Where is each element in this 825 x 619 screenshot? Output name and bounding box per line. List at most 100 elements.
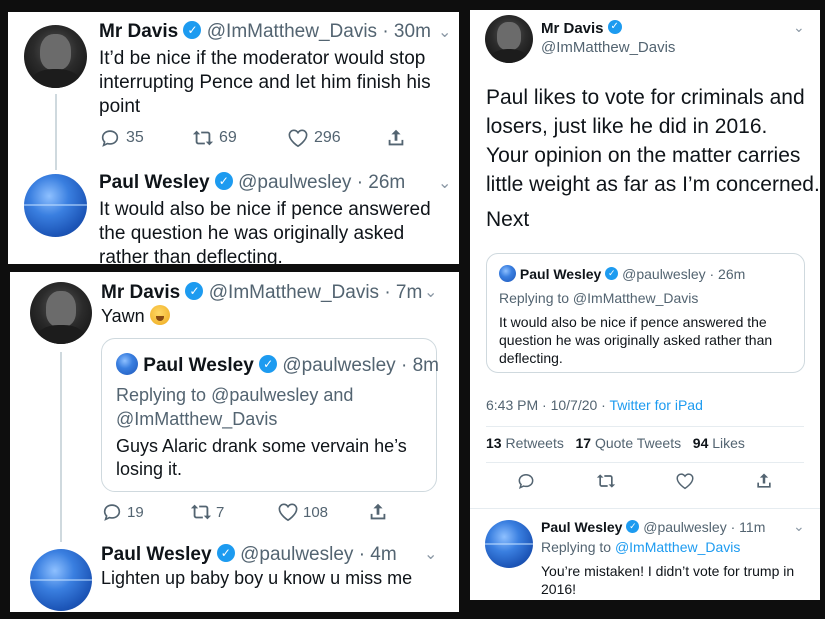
- tweet-time[interactable]: · 7m: [384, 282, 422, 303]
- quoted-tweet[interactable]: Paul Wesley ✓ @paulwesley · 26m Replying…: [486, 253, 805, 373]
- timestamp[interactable]: 6:43 PM · 10/7/20 ·: [486, 397, 606, 413]
- source-link[interactable]: Twitter for iPad: [609, 397, 702, 413]
- like-count: 296: [314, 129, 341, 146]
- author-name[interactable]: Paul Wesley: [101, 544, 212, 565]
- quotes-label: Quote Tweets: [594, 435, 682, 451]
- avatar[interactable]: [485, 15, 533, 63]
- tweet-actions: 35 69 296: [99, 127, 407, 149]
- likes-count: 94: [692, 435, 709, 451]
- replying-handle-link[interactable]: @ImMatthew_Davis: [615, 539, 740, 555]
- retweets-label: Retweets: [505, 435, 564, 451]
- likes-stat[interactable]: 94 Likes: [693, 435, 745, 451]
- verified-badge-icon: ✓: [259, 355, 278, 373]
- tweet-text-line: interrupting Pence and let him finish hi…: [99, 72, 431, 93]
- retweet-button[interactable]: 69: [191, 127, 287, 149]
- author-name[interactable]: Mr Davis: [541, 20, 604, 37]
- quote-text-line: It would also be nice if pence answered …: [499, 314, 767, 330]
- tweet-header: Paul Wesley ✓ @paulwesley · 4m: [101, 543, 397, 566]
- replying-to: Replying to @paulwesley and @ImMatthew_D…: [116, 383, 353, 431]
- verified-badge-icon: ✓: [216, 543, 235, 562]
- tweet-text-line: Next: [486, 208, 530, 231]
- reply-button[interactable]: 19: [101, 501, 189, 523]
- replying-prefix: Replying to: [116, 385, 207, 405]
- thread-line: [55, 94, 57, 170]
- avatar[interactable]: [30, 549, 92, 611]
- tweet-timestamp: 6:43 PM · 10/7/20 · Twitter for iPad: [486, 397, 703, 413]
- author-handle[interactable]: @ImMatthew_Davis: [207, 21, 377, 42]
- avatar: [499, 264, 516, 282]
- chevron-down-icon[interactable]: ⌄: [424, 544, 437, 564]
- retweet-icon: [192, 130, 214, 146]
- tweet-actions: 19 7 108: [101, 501, 389, 523]
- avatar[interactable]: [30, 282, 92, 344]
- avatar: [116, 353, 138, 375]
- tweet-actions: [516, 471, 774, 491]
- retweet-button[interactable]: [595, 471, 675, 491]
- like-button[interactable]: 108: [277, 502, 367, 522]
- chevron-down-icon[interactable]: ⌄: [793, 518, 805, 535]
- author-name: Paul Wesley: [519, 266, 602, 282]
- retweet-count: 7: [216, 503, 225, 521]
- reply-button[interactable]: [516, 471, 595, 491]
- author-handle[interactable]: @paulwesley: [238, 172, 351, 193]
- like-button[interactable]: 296: [287, 128, 385, 148]
- tweet-text: It would also be nice if pence answered …: [99, 198, 431, 264]
- quote-text-line: Guys Alaric drank some vervain he’s: [116, 436, 407, 456]
- tweet-text-line: point: [99, 96, 141, 117]
- author-handle[interactable]: @paulwesley: [240, 544, 353, 565]
- tweet-text-line: 2016!: [541, 581, 577, 597]
- tweet-time[interactable]: · 11m: [731, 519, 766, 535]
- retweets-stat[interactable]: 13 Retweets: [486, 435, 564, 451]
- retweet-button[interactable]: 7: [189, 501, 277, 523]
- tweet-text-line: rather than deflecting.: [99, 247, 283, 264]
- retweet-icon: [596, 474, 616, 488]
- author-name[interactable]: Mr Davis: [99, 21, 178, 42]
- tweet-time[interactable]: · 30m: [382, 21, 431, 42]
- tweet-text-line: Yawn: [101, 306, 145, 326]
- author-handle[interactable]: @ImMatthew_Davis: [541, 39, 675, 56]
- avatar[interactable]: [485, 520, 533, 568]
- tweet-text: You’re mistaken! I didn’t vote for trump…: [541, 562, 794, 598]
- tweet-text: Lighten up baby boy u know u miss me: [101, 568, 413, 588]
- tweet-stats: 13 Retweets 17 Quote Tweets 94 Likes: [486, 435, 745, 451]
- like-icon: [676, 473, 694, 490]
- reply-icon: [101, 130, 119, 147]
- tweet-text: It’d be nice if the moderator would stop…: [99, 47, 431, 119]
- share-button[interactable]: [367, 501, 389, 523]
- quote-tweets-stat[interactable]: 17 Quote Tweets: [576, 435, 682, 451]
- chevron-down-icon[interactable]: ⌄: [438, 173, 451, 193]
- author-name: Paul Wesley: [143, 355, 254, 377]
- avatar[interactable]: [24, 25, 87, 88]
- tweet-time[interactable]: · 4m: [359, 544, 397, 565]
- tweet-detail-panel: Mr Davis ✓ @ImMatthew_Davis ⌄ Paul likes…: [470, 10, 820, 600]
- tweet-text-line: It would also be nice if pence answered: [99, 199, 431, 220]
- verified-badge-icon: ✓: [605, 266, 619, 280]
- chevron-down-icon[interactable]: ⌄: [793, 19, 805, 36]
- quote-text: Guys Alaric drank some vervain he’s losi…: [116, 435, 407, 481]
- quote-header: Paul Wesley ✓ @paulwesley · 26m: [499, 264, 745, 284]
- author-name[interactable]: Mr Davis: [101, 282, 180, 303]
- author-name[interactable]: Paul Wesley: [99, 172, 210, 193]
- avatar[interactable]: [24, 174, 87, 237]
- share-button[interactable]: [385, 127, 407, 149]
- likes-label: Likes: [712, 435, 745, 451]
- reply-button[interactable]: 35: [99, 127, 191, 149]
- reply-count: 19: [127, 503, 144, 521]
- verified-badge-icon: ✓: [607, 20, 622, 35]
- chevron-down-icon[interactable]: ⌄: [424, 282, 437, 302]
- share-icon: [370, 503, 386, 520]
- reply-icon: [103, 504, 121, 521]
- share-button[interactable]: [754, 471, 774, 491]
- quoted-tweet[interactable]: Paul Wesley ✓ @paulwesley · 8m Replying …: [101, 338, 439, 492]
- chevron-down-icon[interactable]: ⌄: [438, 22, 451, 42]
- author-name[interactable]: Paul Wesley: [541, 519, 622, 535]
- tweet-time[interactable]: · 26m: [357, 172, 406, 193]
- tweet-text-line: It’d be nice if the moderator would stop: [99, 48, 426, 69]
- author-handle[interactable]: @ImMatthew_Davis: [209, 282, 379, 303]
- like-button[interactable]: [675, 472, 754, 490]
- quotes-count: 17: [575, 435, 592, 451]
- tweet-header: Paul Wesley ✓ @paulwesley · 11m: [541, 519, 765, 535]
- author-handle[interactable]: @paulwesley: [643, 519, 726, 535]
- like-icon: [278, 503, 298, 522]
- tweet-text: Yawn: [101, 305, 170, 327]
